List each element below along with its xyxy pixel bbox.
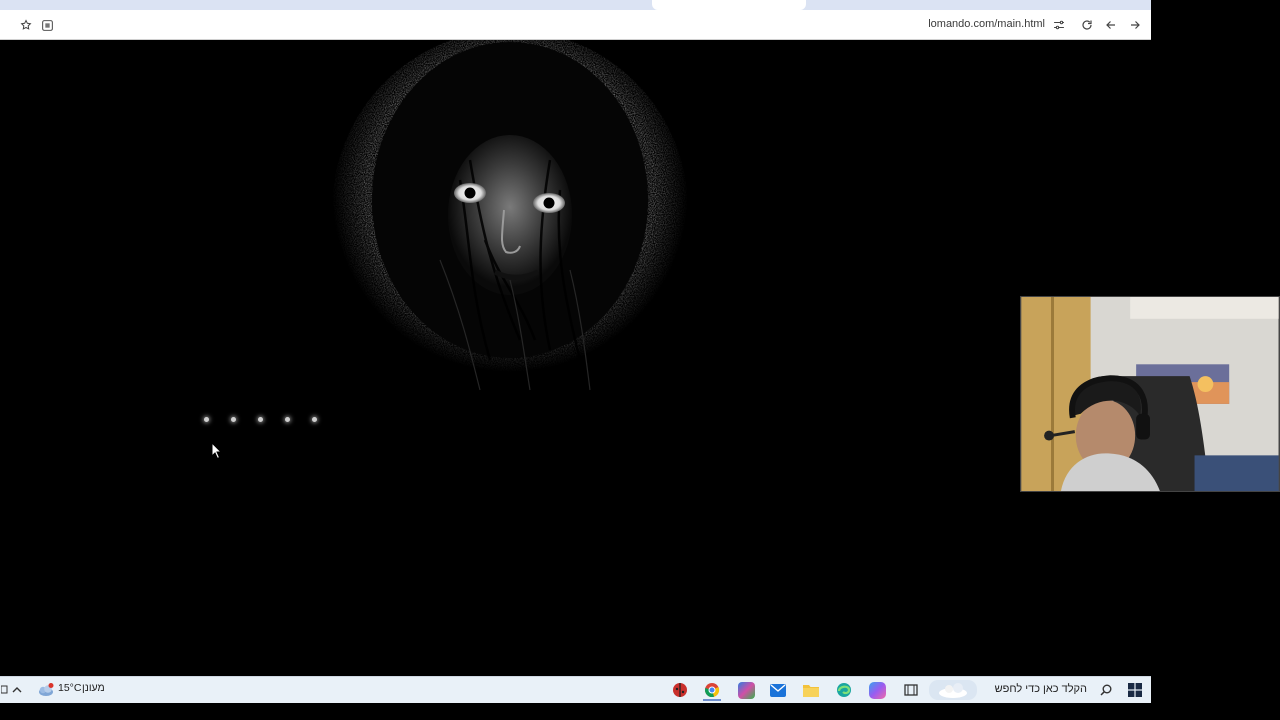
chrome-icon[interactable] xyxy=(703,681,721,701)
site-settings-icon[interactable] xyxy=(1050,16,1068,34)
search-icon[interactable] xyxy=(1098,681,1114,699)
windows-start-icon[interactable] xyxy=(1126,681,1144,699)
ghost-face-illustration xyxy=(332,40,688,391)
windows-taskbar: 15°C מעונן הקלד כאן כדי לחפש xyxy=(0,676,1151,703)
m365-icon[interactable] xyxy=(737,681,755,699)
weather-condition[interactable]: מעונן xyxy=(82,682,105,694)
back-arrow-icon[interactable] xyxy=(1102,16,1120,34)
task-view-icon[interactable] xyxy=(902,681,920,699)
webcam-overlay xyxy=(1020,296,1280,492)
search-input[interactable]: הקלד כאן כדי לחפש xyxy=(995,683,1087,695)
star-icon[interactable] xyxy=(17,16,35,34)
screen-bottom-edge xyxy=(0,703,1280,720)
chevron-up-icon[interactable] xyxy=(10,681,24,699)
loading-dot xyxy=(258,417,263,422)
mouse-cursor-icon xyxy=(211,442,223,460)
mail-icon[interactable] xyxy=(769,681,787,699)
extension-icon[interactable] xyxy=(38,16,56,34)
loading-dots xyxy=(200,414,330,426)
copilot-icon[interactable] xyxy=(868,681,886,699)
address-bar-url[interactable]: lomando.com/main.html xyxy=(928,18,1045,30)
screen-edge xyxy=(1151,0,1280,40)
tab-strip xyxy=(0,0,1151,10)
ladybug-app-icon[interactable] xyxy=(671,681,689,699)
game-viewport[interactable] xyxy=(0,40,1151,676)
active-tab[interactable] xyxy=(652,0,806,10)
weather-temperature[interactable]: 15°C xyxy=(58,682,81,694)
reload-icon[interactable] xyxy=(1078,16,1096,34)
loading-dot xyxy=(204,417,209,422)
show-desktop-icon[interactable] xyxy=(0,681,10,699)
file-explorer-icon[interactable] xyxy=(802,681,820,699)
loading-dot xyxy=(312,417,317,422)
edge-icon[interactable] xyxy=(835,681,853,699)
weather-icon[interactable] xyxy=(36,681,56,699)
loading-dot xyxy=(285,417,290,422)
search-highlight-image[interactable] xyxy=(928,680,978,700)
browser-toolbar: lomando.com/main.html xyxy=(0,10,1151,40)
loading-dot xyxy=(231,417,236,422)
forward-arrow-icon[interactable] xyxy=(1126,16,1144,34)
